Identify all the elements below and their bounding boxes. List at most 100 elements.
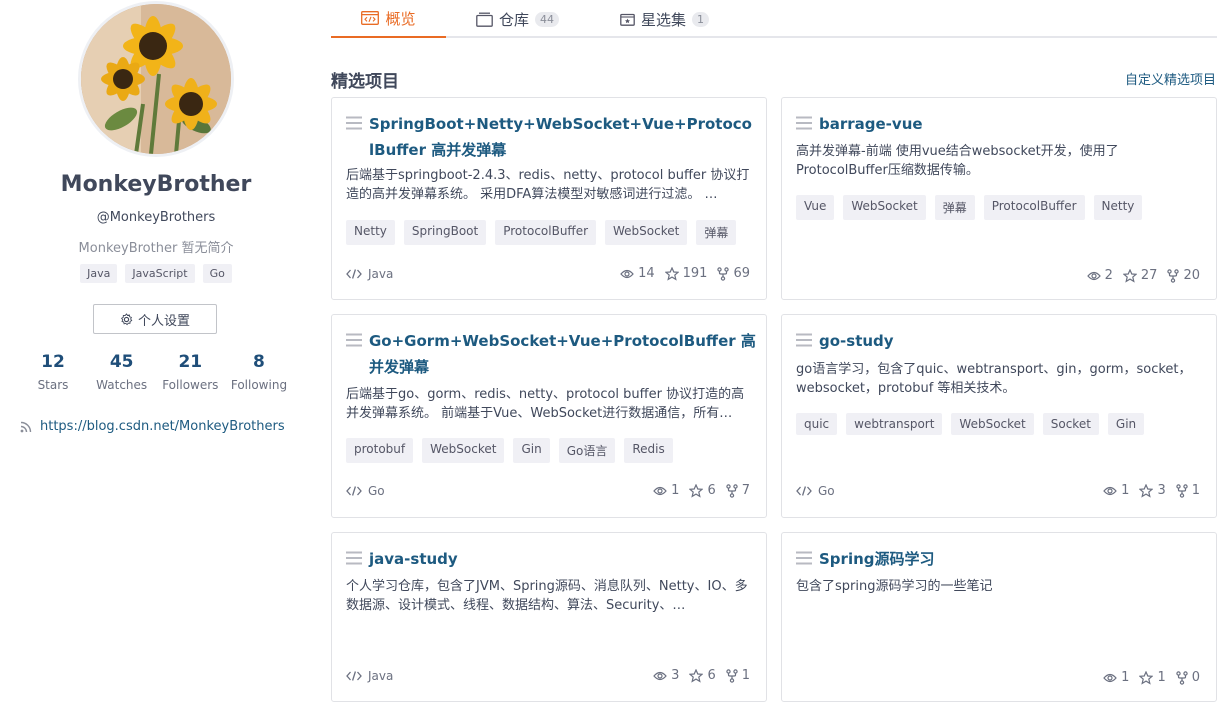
project-description: 后端基于springboot-2.4.3、redis、netty、protoco… — [346, 168, 750, 202]
drag-handle-icon[interactable] — [346, 551, 362, 565]
fork-count[interactable]: 1 — [726, 668, 750, 683]
tab-count-badge: 44 — [535, 11, 560, 27]
fork-count[interactable]: 1 — [1176, 483, 1200, 498]
tab-label: 仓库 — [499, 10, 530, 29]
project-metrics: 1 3 1 — [1103, 483, 1200, 498]
drag-handle-icon[interactable] — [796, 551, 812, 565]
card-footer: Java 14 191 69 — [346, 266, 750, 281]
fork-count-value: 1 — [741, 668, 750, 683]
project-tag[interactable]: Redis — [624, 438, 673, 463]
fork-count[interactable]: 20 — [1167, 268, 1200, 283]
project-tag[interactable]: webtransport — [846, 413, 943, 435]
watch-count[interactable]: 14 — [620, 266, 655, 281]
watch-count[interactable]: 2 — [1086, 268, 1113, 283]
star-icon — [1122, 268, 1137, 283]
tab-star-collections[interactable]: 星选集 1 — [620, 0, 710, 38]
project-tag[interactable]: Vue — [796, 195, 835, 220]
fork-count[interactable]: 69 — [717, 266, 750, 281]
project-card[interactable]: Spring源码学习 包含了spring源码学习的一些笔记 1 1 0 — [781, 532, 1217, 702]
project-card[interactable]: java-study 个人学习仓库，包含了JVM、Spring源码、消息队列、N… — [331, 532, 767, 702]
project-tag[interactable]: Gin — [513, 438, 550, 463]
watch-count-value: 2 — [1104, 268, 1113, 283]
project-title-link[interactable]: barrage-vue — [819, 111, 923, 137]
project-tag[interactable]: protobuf — [346, 438, 414, 463]
project-tag[interactable]: Netty — [1093, 195, 1143, 220]
star-count-value: 191 — [682, 266, 708, 281]
fork-count[interactable]: 7 — [726, 483, 750, 498]
star-count[interactable]: 191 — [664, 266, 708, 281]
star-icon — [689, 668, 704, 683]
profile-tabs: 概览 仓库 44 星选集 1 — [331, 0, 1217, 38]
stat-followers[interactable]: 21 Followers — [158, 352, 222, 392]
project-card[interactable]: Go+Gorm+WebSocket+Vue+ProtocolBuffer 高并发… — [331, 314, 767, 518]
project-metrics: 1 6 7 — [653, 483, 750, 498]
language-tag[interactable]: Go — [202, 264, 232, 283]
project-tag[interactable]: WebSocket — [843, 195, 926, 220]
drag-handle-icon[interactable] — [796, 116, 812, 130]
star-icon — [1139, 670, 1154, 685]
blog-url-link[interactable]: https://blog.csdn.net/MonkeyBrothers — [40, 419, 285, 434]
fork-icon — [717, 266, 730, 281]
watch-count-value: 14 — [638, 266, 655, 281]
project-card[interactable]: SpringBoot+Netty+WebSocket+Vue+ProtocolB… — [331, 97, 767, 300]
stat-label: Watches — [96, 378, 148, 392]
star-count[interactable]: 27 — [1122, 268, 1158, 283]
project-title-link[interactable]: Spring源码学习 — [819, 546, 935, 572]
star-count[interactable]: 3 — [1139, 483, 1166, 498]
project-tag[interactable]: Netty — [346, 220, 395, 245]
tab-repositories[interactable]: 仓库 44 — [476, 0, 560, 38]
customize-featured-link[interactable]: 自定义精选项目 — [1125, 69, 1216, 88]
project-title-link[interactable]: java-study — [369, 546, 458, 572]
project-tag[interactable]: 弹幕 — [934, 195, 975, 220]
project-tag[interactable]: ProtocolBuffer — [983, 195, 1085, 220]
drag-handle-icon[interactable] — [796, 333, 812, 347]
star-count[interactable]: 1 — [1139, 670, 1166, 685]
card-footer: Go 1 3 1 — [796, 483, 1200, 498]
project-title-link[interactable]: go-study — [819, 328, 894, 354]
project-card[interactable]: barrage-vue 高并发弹幕-前端 使用vue结合websocket开发，… — [781, 97, 1217, 300]
project-tag[interactable]: quic — [796, 413, 838, 435]
project-tag[interactable]: WebSocket — [422, 438, 505, 463]
project-tag[interactable]: Socket — [1042, 413, 1099, 435]
star-count[interactable]: 6 — [689, 483, 716, 498]
star-count-value: 27 — [1140, 268, 1158, 283]
tab-count-badge: 1 — [692, 11, 710, 27]
project-title-link[interactable]: Go+Gorm+WebSocket+Vue+ProtocolBuffer 高并发… — [369, 328, 756, 380]
watch-count[interactable]: 1 — [1103, 483, 1129, 498]
fork-icon — [726, 668, 738, 683]
language-tag[interactable]: JavaScript — [125, 264, 195, 283]
project-tag[interactable]: Go语言 — [558, 438, 616, 463]
project-card[interactable]: go-study go语言学习，包含了quic、webtransport、gin… — [781, 314, 1217, 518]
star-count[interactable]: 6 — [689, 668, 716, 683]
project-tag[interactable]: SpringBoot — [403, 220, 487, 245]
watch-count[interactable]: 1 — [653, 483, 679, 498]
project-tag[interactable]: Gin — [1107, 413, 1145, 435]
eye-icon — [1086, 271, 1101, 280]
project-tag[interactable]: ProtocolBuffer — [495, 220, 597, 245]
tab-overview[interactable]: 概览 — [331, 0, 446, 38]
avatar[interactable] — [78, 1, 234, 157]
personal-settings-button[interactable]: 个人设置 — [93, 304, 217, 334]
project-tags: quic webtransport WebSocket Socket Gin — [796, 413, 1145, 435]
language-tag[interactable]: Java — [80, 264, 118, 283]
star-count-value: 6 — [707, 483, 716, 498]
watch-count[interactable]: 3 — [653, 668, 679, 683]
stat-following[interactable]: 8 Following — [227, 352, 291, 392]
eye-icon — [1103, 486, 1117, 495]
project-title-link[interactable]: SpringBoot+Netty+WebSocket+Vue+ProtocolB… — [369, 111, 756, 163]
stat-watches[interactable]: 45 Watches — [90, 352, 154, 392]
watch-count[interactable]: 1 — [1103, 670, 1129, 685]
drag-handle-icon[interactable] — [346, 116, 362, 130]
fork-count-value: 20 — [1183, 268, 1200, 283]
project-language: Go — [346, 484, 385, 498]
star-count-value: 3 — [1157, 483, 1166, 498]
code-window-icon — [361, 11, 380, 25]
project-tag[interactable]: WebSocket — [951, 413, 1034, 435]
project-language: Java — [346, 669, 393, 683]
stat-stars[interactable]: 12 Stars — [21, 352, 85, 392]
gear-icon — [120, 312, 133, 325]
project-tag[interactable]: WebSocket — [605, 220, 688, 245]
fork-count[interactable]: 0 — [1176, 670, 1200, 685]
drag-handle-icon[interactable] — [346, 333, 362, 347]
project-tag[interactable]: 弹幕 — [696, 220, 737, 245]
